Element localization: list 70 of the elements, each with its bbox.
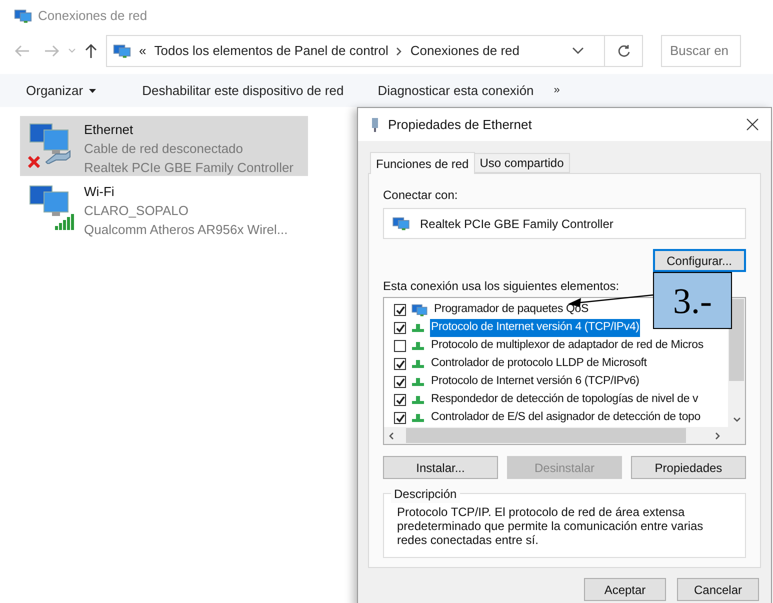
breadcrumb[interactable]: Todos los elementos de Panel de control — [154, 41, 388, 61]
adapter-icon — [392, 216, 410, 230]
description-text: Protocolo TCP/IP. El protocolo de red de área extensa predeterminado que permite la comunicación entre varias redes conectadas entre sí. — [397, 505, 704, 547]
more-commands-button[interactable]: » — [554, 82, 560, 99]
connection-name: Wi-Fi — [84, 183, 116, 201]
network-protocol-icon — [411, 395, 425, 405]
checkbox[interactable] — [394, 394, 406, 406]
step-callout: 3.- — [653, 272, 732, 329]
list-item[interactable]: Protocolo de Internet versión 4 (TCP/IPv4) — [430, 319, 640, 337]
scheduler-icon — [411, 304, 428, 316]
breadcrumb-chevron-icon — [396, 46, 402, 56]
connection-status: CLARO_SOPALO — [84, 202, 190, 220]
network-protocol-icon — [411, 377, 425, 387]
list-item[interactable]: Controlador de protocolo LLDP de Microsoft — [430, 355, 648, 373]
checkbox[interactable] — [394, 412, 406, 424]
network-folder-icon — [113, 44, 131, 58]
action-button[interactable]: Instalar... — [383, 456, 498, 479]
items-label: Esta conexión usa los siguientes elementos: — [383, 278, 620, 295]
network-protocol-icon — [411, 359, 425, 369]
scroll-down-icon[interactable] — [732, 417, 740, 423]
checkbox[interactable] — [394, 322, 406, 334]
list-item[interactable]: Protocolo de Internet versión 6 (TCP/IPv6) — [430, 373, 640, 391]
connection-status: Cable de red desconectado — [84, 140, 244, 158]
action-button[interactable]: Propiedades — [631, 456, 746, 479]
connect-label: Conectar con: — [383, 187, 459, 204]
adapter-name: Realtek PCIe GBE Family Controller — [420, 216, 614, 232]
breadcrumb[interactable]: Conexiones de red — [410, 41, 520, 61]
configure-button[interactable]: Configurar... — [652, 249, 746, 272]
up-arrow-icon[interactable] — [84, 43, 98, 59]
scroll-right-icon[interactable] — [715, 432, 721, 440]
list-item[interactable]: Respondedor de detección de topologías de nivel de v — [430, 391, 700, 409]
search-field[interactable]: Buscar en — [661, 35, 741, 67]
dialog-button[interactable]: Cancelar — [677, 578, 759, 601]
signal-bars-icon — [54, 212, 76, 230]
horizontal-scrollbar[interactable] — [384, 427, 745, 444]
window-title: Conexiones de red — [38, 7, 148, 26]
command-button[interactable]: Diagnosticar esta conexión — [378, 80, 534, 100]
tab[interactable]: Funciones de red — [370, 152, 475, 174]
checkbox[interactable] — [394, 304, 406, 316]
network-folder-icon — [14, 8, 32, 24]
adapter-name: Realtek PCIe GBE Family Controller — [84, 159, 294, 177]
network-protocol-icon — [411, 413, 425, 423]
connection-item[interactable]: Wi-Fi CLARO_SOPALO Qualcomm Atheros AR956x Wirel... — [20, 178, 308, 238]
network-adapter-icon — [370, 116, 380, 132]
list-item[interactable]: Protocolo de multiplexor de adaptador de red de Micros — [430, 337, 704, 355]
dropdown-chevron-icon[interactable] — [572, 47, 584, 55]
network-protocol-icon — [411, 341, 425, 351]
checkbox[interactable] — [394, 358, 406, 370]
list-item[interactable]: Controlador de E/S del asignador de detección de topo — [430, 409, 702, 427]
dialog-button[interactable]: Aceptar — [584, 578, 666, 601]
connection-name: Ethernet — [84, 121, 134, 139]
connection-item[interactable]: Ethernet Cable de red desconectado Realtek PCIe GBE Family Controller — [20, 116, 308, 176]
list-item[interactable]: Programador de paquetes QoS — [433, 301, 590, 319]
organize-menu[interactable]: Organizar — [14, 80, 108, 100]
caret-icon — [89, 88, 96, 92]
checkbox[interactable] — [394, 340, 406, 352]
refresh-icon[interactable] — [616, 44, 630, 58]
dialog-title: Propiedades de Ethernet — [388, 116, 533, 134]
address-bar[interactable]: « Todos los elementos de Panel de control Conexiones de red — [106, 35, 643, 67]
tab[interactable]: Uso compartido — [474, 153, 570, 173]
scroll-left-icon[interactable] — [388, 432, 394, 440]
error-x-icon — [28, 156, 40, 168]
close-icon[interactable] — [746, 118, 759, 131]
checkbox[interactable] — [394, 376, 406, 388]
cable-plug-icon — [44, 150, 72, 164]
network-protocol-icon — [411, 323, 425, 333]
vertical-scrollbar[interactable] — [728, 298, 745, 427]
command-button[interactable]: Deshabilitar este dispositivo de red — [142, 80, 344, 100]
breadcrumb[interactable]: « — [139, 41, 146, 61]
adapter-name: Qualcomm Atheros AR956x Wirel... — [84, 221, 288, 239]
